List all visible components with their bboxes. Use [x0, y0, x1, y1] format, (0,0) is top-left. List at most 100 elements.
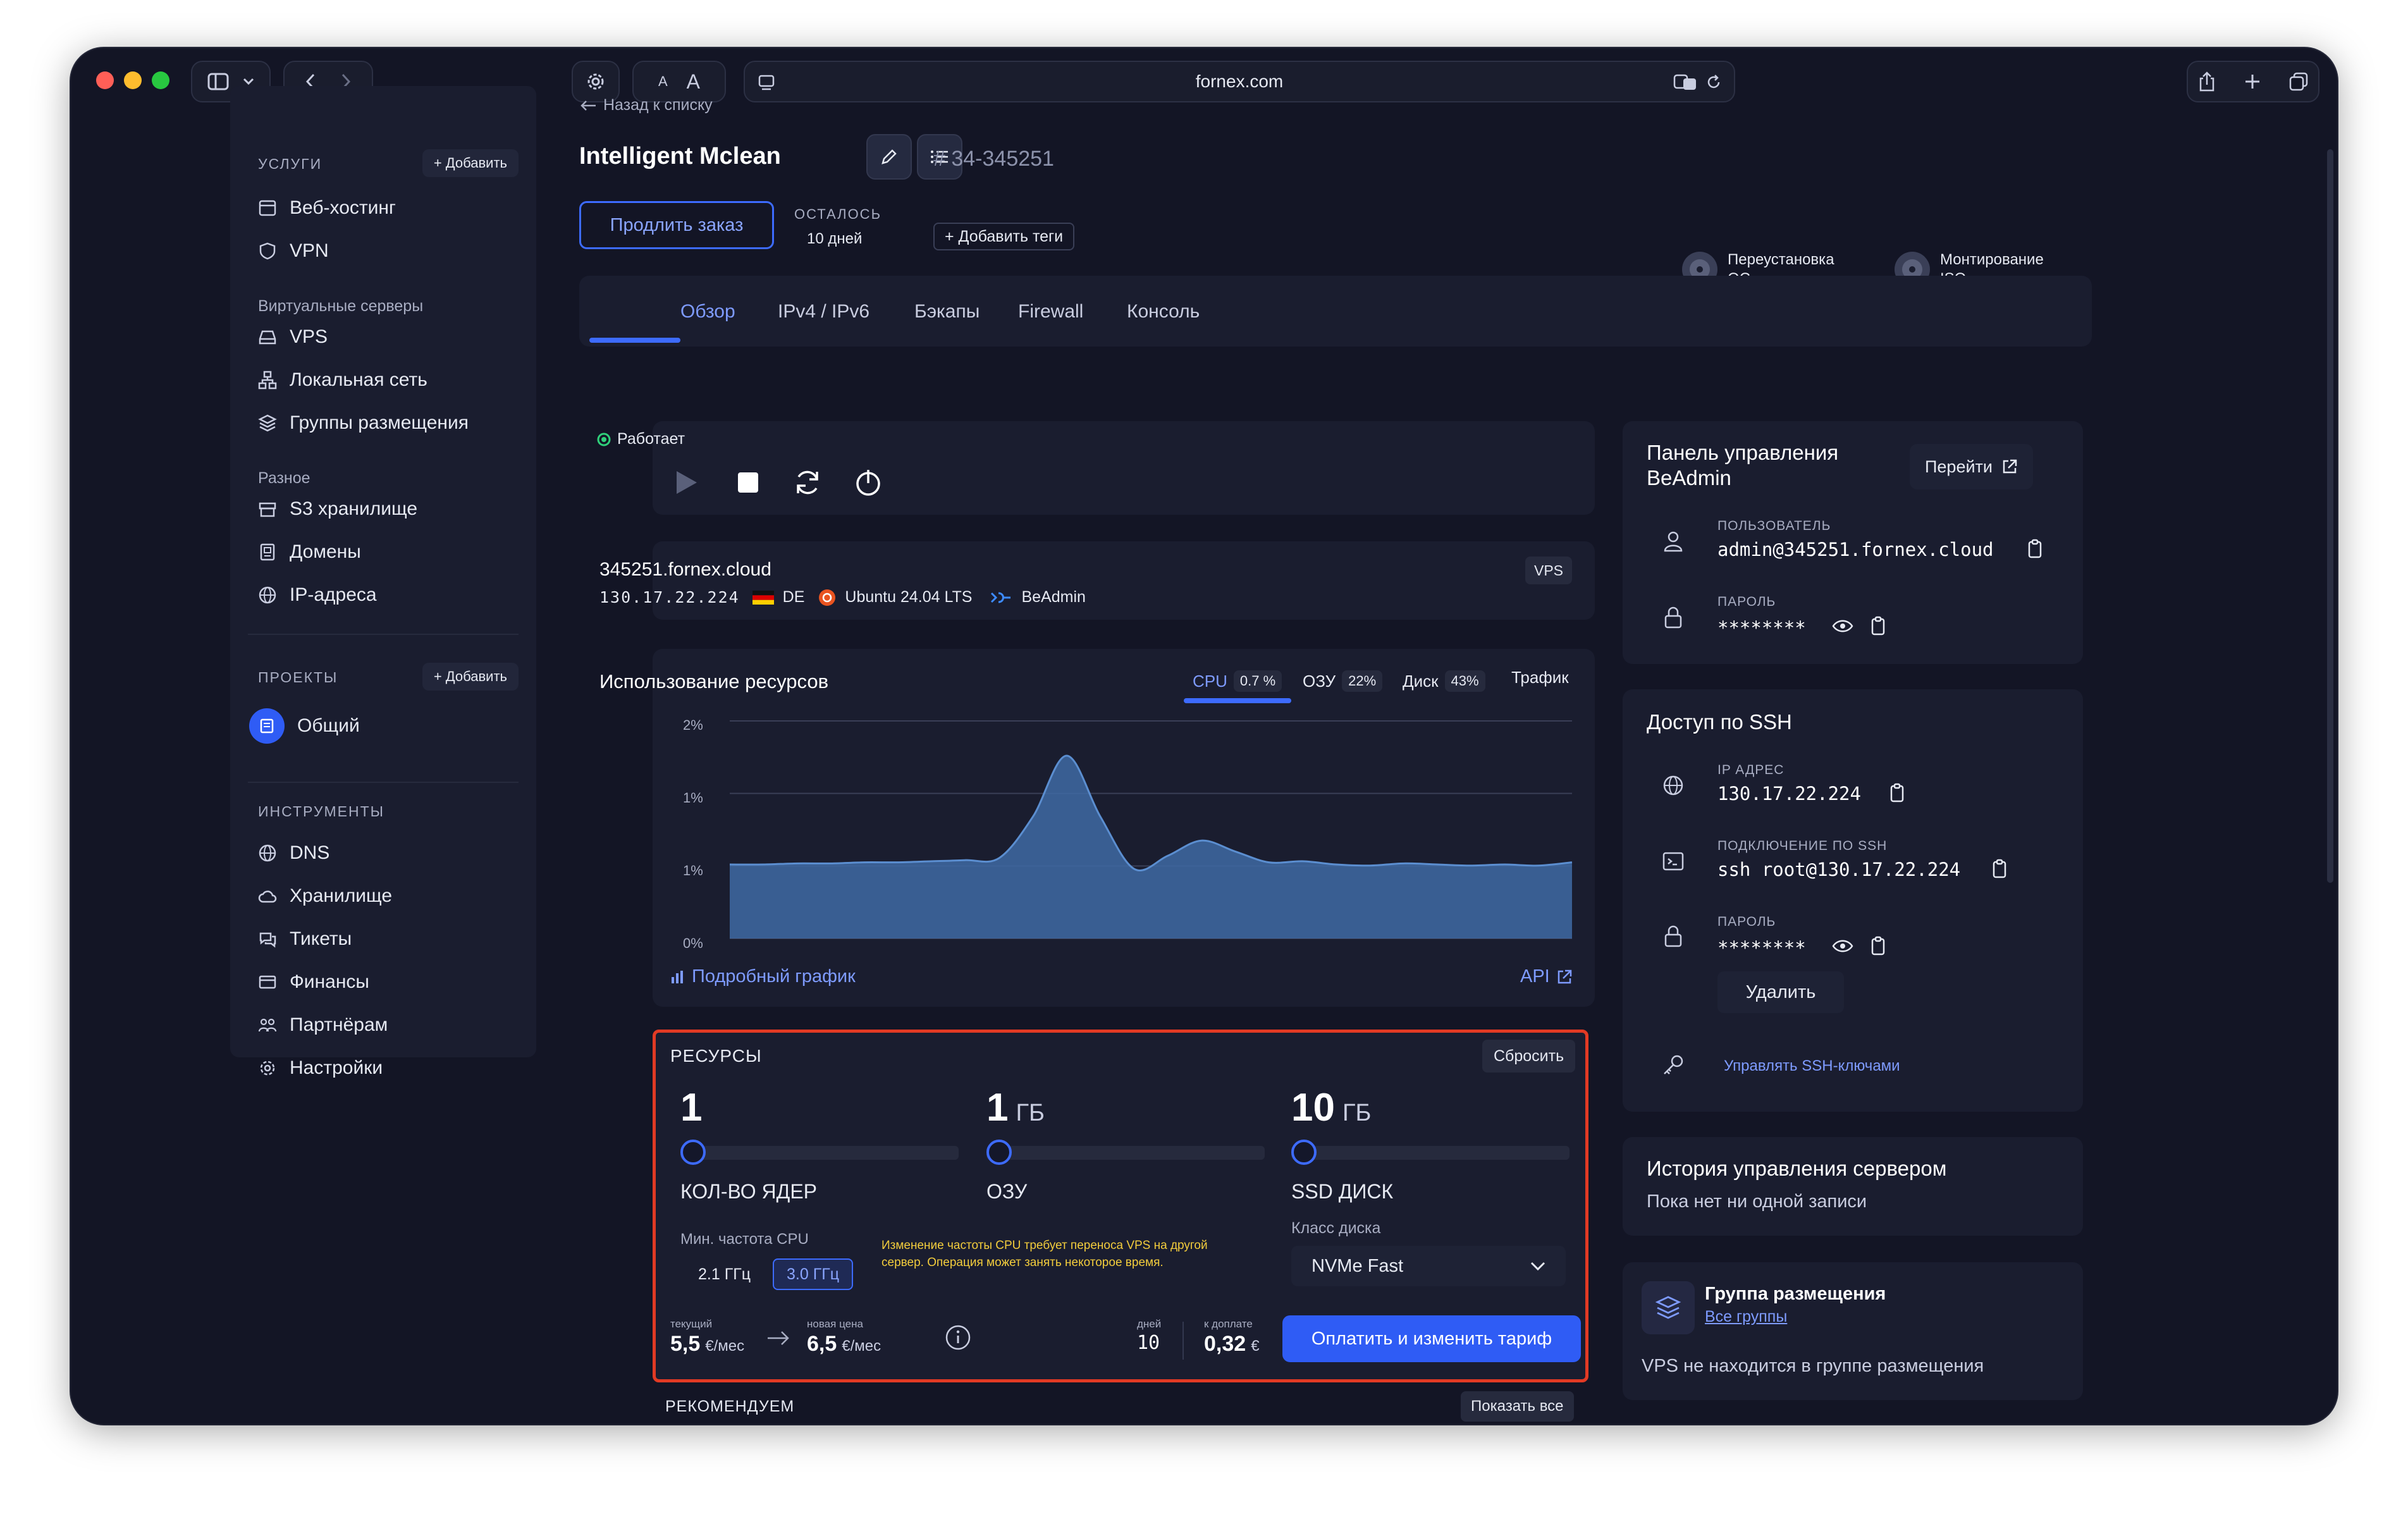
copy-icon[interactable] — [1865, 613, 1891, 639]
hostname: 345251.fornex.cloud — [599, 559, 771, 580]
info-icon[interactable] — [945, 1324, 971, 1351]
disk-class-select[interactable]: NVMe Fast — [1291, 1246, 1566, 1286]
sidebar-item-placement-groups[interactable]: Группы размещения — [258, 412, 469, 434]
disk-slider-track[interactable] — [1291, 1146, 1570, 1160]
arrow-left-icon — [579, 99, 597, 112]
disk-value: 10 ГБ — [1291, 1085, 1371, 1130]
sidebar-item-partners[interactable]: Партнёрам — [258, 1014, 388, 1036]
translate-icon[interactable] — [1673, 73, 1697, 91]
api-label: API — [1520, 966, 1550, 987]
sidebar-item-ip-addresses[interactable]: IP-адреса — [258, 584, 377, 606]
copy-icon[interactable] — [2022, 536, 2048, 562]
sidebar-item-vps[interactable]: VPS — [258, 326, 328, 348]
sidebar-item-settings[interactable]: Настройки — [258, 1057, 383, 1079]
tab-console[interactable]: Консоль — [1127, 301, 1200, 323]
ram-slider-handle[interactable] — [986, 1140, 1012, 1165]
sidebar-item-s3-storage[interactable]: S3 хранилище — [258, 498, 417, 520]
tab-overview[interactable]: Обзор — [680, 301, 735, 323]
pay-and-change-plan-button[interactable]: Оплатить и изменить тариф — [1282, 1315, 1581, 1362]
cpu-frequency-label: Мин. частота CPU — [680, 1231, 809, 1248]
remaining-value: 10 дней — [807, 230, 863, 247]
metric-traffic-tab[interactable]: Трафик — [1511, 668, 1569, 687]
host-card — [653, 541, 1595, 620]
tabs-overview-icon[interactable] — [2289, 72, 2308, 91]
open-panel-button[interactable]: Перейти — [1910, 444, 2033, 489]
metric-disk-tab[interactable]: Диск 43% — [1403, 670, 1485, 692]
restart-button[interactable] — [785, 460, 830, 505]
new-tab-icon[interactable] — [2244, 73, 2261, 90]
reload-icon[interactable] — [1705, 73, 1723, 91]
add-project-button[interactable]: + Добавить — [422, 663, 519, 691]
copy-icon[interactable] — [1865, 933, 1891, 959]
tab-backups[interactable]: Бэкапы — [914, 301, 980, 323]
cores-label: КОЛ-ВО ЯДЕР — [680, 1180, 817, 1203]
zoom-window-button[interactable] — [152, 71, 169, 89]
metric-ram-tab[interactable]: ОЗУ 22% — [1303, 670, 1383, 692]
delete-password-button[interactable]: Удалить — [1717, 971, 1844, 1013]
reset-power-button[interactable] — [846, 460, 890, 505]
copy-icon[interactable] — [1884, 780, 1910, 806]
add-tags-button[interactable]: + Добавить теги — [933, 223, 1075, 250]
tab-firewall[interactable]: Firewall — [1018, 301, 1083, 323]
sidebar-item-dns[interactable]: DNS — [258, 842, 329, 864]
page-scrollbar[interactable] — [2327, 149, 2333, 883]
cpu-freq-warning: Изменение частоты CPU требует переноса V… — [882, 1239, 1208, 1269]
disk-slider-handle[interactable] — [1291, 1140, 1317, 1165]
services-heading: УСЛУГИ — [258, 156, 322, 172]
ram-slider-track[interactable] — [986, 1146, 1265, 1160]
start-button[interactable] — [664, 460, 708, 505]
address-bar[interactable]: fornex.com — [744, 61, 1735, 102]
project-item-general[interactable]: Общий — [249, 708, 360, 744]
ssh-ip-label: IP АДРЕС — [1717, 763, 1784, 777]
sidebar-item-label: Хранилище — [290, 885, 392, 906]
external-link-icon — [2001, 458, 2018, 475]
back-to-list-link[interactable]: Назад к списку — [579, 96, 713, 114]
all-groups-link[interactable]: Все группы — [1705, 1308, 1787, 1326]
sidebar-item-web-hosting[interactable]: Веб-хостинг — [258, 197, 396, 219]
status-text: Работает — [617, 430, 685, 448]
sidebar-item-finance[interactable]: Финансы — [258, 971, 369, 993]
copy-icon[interactable] — [1987, 856, 2012, 882]
placement-title: Группа размещения — [1705, 1284, 1886, 1304]
edit-name-button[interactable] — [866, 134, 912, 180]
show-all-button[interactable]: Показать все — [1461, 1391, 1574, 1422]
cores-slider-handle[interactable] — [680, 1140, 706, 1165]
wallet-icon — [258, 973, 277, 992]
stop-icon — [737, 471, 759, 494]
font-larger-button[interactable]: A — [687, 70, 700, 94]
status-badge: Работает — [597, 430, 685, 448]
api-link[interactable]: API — [1520, 966, 1573, 987]
active-metric-indicator — [1184, 698, 1291, 703]
ssh-password-label: ПАРОЛЬ — [1717, 914, 1776, 929]
detailed-chart-link[interactable]: Подробный график — [670, 966, 856, 987]
sidebar-item-domains[interactable]: Домены — [258, 541, 361, 563]
layers-icon — [1642, 1281, 1695, 1334]
history-title: История управления сервером — [1647, 1157, 1947, 1180]
server-panel: BeAdmin — [1021, 588, 1086, 606]
sidebar-item-tickets[interactable]: Тикеты — [258, 928, 352, 950]
cores-slider-track[interactable] — [680, 1146, 959, 1160]
eye-icon[interactable] — [1830, 613, 1855, 639]
metric-cpu-tab[interactable]: CPU 0.7 % — [1193, 670, 1282, 692]
share-icon[interactable] — [2198, 71, 2216, 92]
add-service-button[interactable]: + Добавить — [422, 149, 519, 177]
close-window-button[interactable] — [96, 71, 114, 89]
sidebar-item-local-network[interactable]: Локальная сеть — [258, 369, 427, 391]
cpu-freq-option-selected[interactable]: 3.0 ГГц — [773, 1258, 854, 1290]
sidebar-item-vpn[interactable]: VPN — [258, 240, 329, 262]
renew-order-button[interactable]: Продлить заказ — [579, 201, 774, 249]
sidebar-item-storage[interactable]: Хранилище — [258, 885, 392, 907]
active-tab-indicator — [589, 338, 680, 343]
manage-ssh-keys-link[interactable]: Управлять SSH-ключами — [1724, 1057, 1900, 1075]
stop-button[interactable] — [726, 460, 770, 505]
virtual-servers-heading: Виртуальные серверы — [258, 297, 424, 315]
font-smaller-button[interactable]: A — [658, 73, 668, 90]
cpu-freq-option[interactable]: 2.1 ГГц — [685, 1258, 763, 1290]
sidebar-divider — [248, 782, 519, 783]
tab-ip[interactable]: IPv4 / IPv6 — [778, 301, 869, 323]
back-label: Назад к списку — [603, 96, 713, 114]
reset-resources-button[interactable]: Сбросить — [1482, 1040, 1576, 1073]
chevron-down-icon — [243, 78, 254, 85]
minimize-window-button[interactable] — [124, 71, 142, 89]
eye-icon[interactable] — [1830, 933, 1855, 959]
